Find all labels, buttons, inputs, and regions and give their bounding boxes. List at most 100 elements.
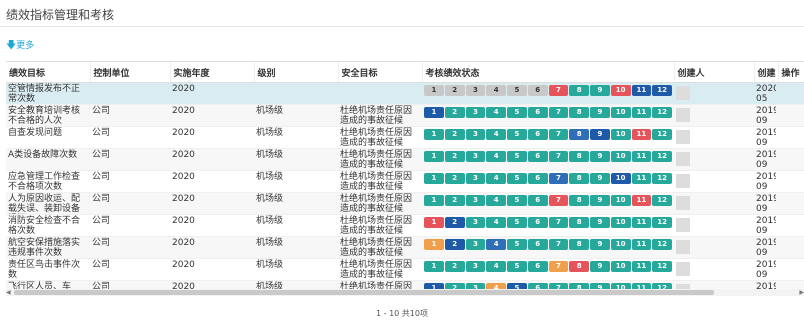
month-badge[interactable]: 4 (486, 129, 506, 140)
month-badge[interactable]: 4 (486, 195, 506, 206)
month-badge[interactable]: 12 (652, 85, 672, 96)
month-badge[interactable]: 9 (590, 129, 610, 140)
scroll-right-icon[interactable]: ▶ (799, 289, 804, 296)
month-badge[interactable]: 10 (610, 129, 631, 140)
col-safety-header[interactable]: 安全目标 (338, 62, 423, 83)
month-badge[interactable]: 11 (631, 239, 652, 250)
month-badge[interactable]: 2 (444, 261, 465, 272)
scrollbar-thumb[interactable] (14, 290, 714, 295)
month-badge[interactable]: 10 (610, 173, 631, 184)
month-badge[interactable]: 10 (610, 85, 631, 96)
month-badge[interactable]: 10 (610, 239, 631, 250)
month-badge[interactable]: 7 (548, 173, 569, 184)
month-badge[interactable]: 10 (610, 151, 631, 162)
month-badge[interactable]: 8 (569, 195, 589, 206)
month-badge[interactable]: 9 (590, 85, 610, 96)
month-badge[interactable]: 4 (486, 107, 506, 118)
col-created-header[interactable]: 创建 (754, 62, 779, 83)
month-badge[interactable]: 1 (424, 195, 444, 206)
month-badge[interactable]: 12 (652, 195, 672, 206)
month-badge[interactable]: 3 (465, 173, 486, 184)
table-row[interactable]: A类设备故障次数 公司 2020 机场级 杜绝机场责任原因造成的事故征候 1 2 3 4 5 6 7 8… (6, 148, 804, 171)
month-badge[interactable]: 5 (507, 173, 527, 184)
month-badge[interactable]: 8 (569, 151, 589, 162)
table-row[interactable]: 消防安全检查不合格次数 公司 2020 机场级 杜绝机场责任原因造成的事故征候 1 2 3 4 5… (6, 214, 804, 237)
month-badge[interactable]: 6 (527, 261, 548, 272)
table-row[interactable]: 责任区鸟击事件次数 公司 2020 机场级 杜绝机场责任原因造成的事故征候 1 2 3 4 5 6 7… (6, 258, 804, 281)
month-badge[interactable]: 11 (631, 195, 652, 206)
month-badge[interactable]: 8 (569, 217, 589, 228)
month-badge[interactable]: 10 (610, 195, 631, 206)
month-badge[interactable]: 9 (590, 239, 610, 250)
month-badge[interactable]: 5 (507, 129, 527, 140)
month-badge[interactable]: 3 (465, 195, 486, 206)
table-row[interactable]: 空管情报发布不正常次数20201234567891011122020 05 5 (6, 82, 804, 105)
month-badge[interactable]: 10 (610, 261, 631, 272)
month-badge[interactable]: 6 (527, 85, 548, 96)
scroll-left-icon[interactable]: ◀ (6, 289, 11, 296)
month-badge[interactable]: 1 (424, 151, 444, 162)
col-level-header[interactable]: 级别 (254, 62, 339, 83)
month-badge[interactable]: 3 (465, 261, 486, 272)
month-badge[interactable]: 9 (590, 173, 610, 184)
table-row[interactable]: 航空安保措施落实违规事件次数 公司 2020 机场级 杜绝机场责任原因造成的事故征候 1 2… (6, 236, 804, 259)
month-badge[interactable]: 2 (444, 195, 465, 206)
month-badge[interactable]: 1 (424, 239, 444, 250)
month-badge[interactable]: 7 (548, 217, 569, 228)
month-badge[interactable]: 12 (652, 173, 672, 184)
month-badge[interactable]: 8 (569, 173, 589, 184)
month-badge[interactable]: 9 (590, 107, 610, 118)
col-year-header[interactable]: 实施年度 (170, 62, 255, 83)
month-badge[interactable]: 5 (507, 85, 527, 96)
col-actions-header[interactable]: 操作 (778, 62, 804, 83)
month-badge[interactable]: 4 (486, 217, 506, 228)
month-badge[interactable]: 6 (527, 239, 548, 250)
month-badge[interactable]: 12 (652, 217, 672, 228)
col-creator-header[interactable]: 创建人 (674, 62, 755, 83)
month-badge[interactable]: 8 (569, 129, 589, 140)
month-badge[interactable]: 12 (652, 151, 672, 162)
month-badge[interactable]: 12 (652, 129, 672, 140)
month-badge[interactable]: 3 (465, 239, 486, 250)
col-unit-header[interactable]: 控制单位 (90, 62, 171, 83)
month-badge[interactable]: 6 (527, 129, 548, 140)
month-badge[interactable]: 6 (527, 107, 548, 118)
month-badge[interactable]: 11 (631, 261, 652, 272)
table-row[interactable]: 自查发现问题 公司 2020 机场级 杜绝机场责任原因造成的事故征候 1 2 3 4 5 6 7 8 9 1… (6, 126, 804, 149)
month-badge[interactable]: 10 (610, 107, 631, 118)
month-badge[interactable]: 3 (465, 85, 486, 96)
month-badge[interactable]: 1 (424, 129, 444, 140)
month-badge[interactable]: 6 (527, 173, 548, 184)
month-badge[interactable]: 11 (631, 217, 652, 228)
month-badge[interactable]: 12 (652, 239, 672, 250)
month-badge[interactable]: 2 (444, 173, 465, 184)
month-badge[interactable]: 4 (486, 261, 506, 272)
month-badge[interactable]: 11 (631, 173, 652, 184)
month-badge[interactable]: 6 (527, 151, 548, 162)
month-badge[interactable]: 8 (569, 85, 589, 96)
col-status-header[interactable]: 考核绩效状态 (422, 62, 675, 83)
month-badge[interactable]: 4 (486, 85, 506, 96)
month-badge[interactable]: 7 (548, 107, 569, 118)
month-badge[interactable]: 5 (507, 151, 527, 162)
month-badge[interactable]: 10 (610, 217, 631, 228)
month-badge[interactable]: 7 (548, 129, 569, 140)
month-badge[interactable]: 9 (590, 151, 610, 162)
month-badge[interactable]: 4 (486, 173, 506, 184)
month-badge[interactable]: 3 (465, 217, 486, 228)
month-badge[interactable]: 1 (424, 261, 444, 272)
table-row[interactable]: 人为原因收运、配载失误、装卸设备损坏 公司 2020 机场级 杜绝机场责任原因造成的事故… (6, 192, 804, 215)
month-badge[interactable]: 2 (444, 107, 465, 118)
month-badge[interactable]: 9 (590, 195, 610, 206)
month-badge[interactable]: 5 (507, 261, 527, 272)
month-badge[interactable]: 6 (527, 217, 548, 228)
horizontal-scrollbar[interactable]: ◀ ▶ (6, 289, 804, 296)
month-badge[interactable]: 1 (424, 217, 444, 228)
month-badge[interactable]: 3 (465, 107, 486, 118)
month-badge[interactable]: 8 (569, 239, 589, 250)
month-badge[interactable]: 1 (424, 173, 444, 184)
month-badge[interactable]: 12 (652, 261, 672, 272)
month-badge[interactable]: 8 (569, 107, 589, 118)
month-badge[interactable]: 3 (465, 151, 486, 162)
table-row[interactable]: 应急管理工作检查不合格项次数 公司 2020 机场级 杜绝机场责任原因造成的事故征候 1 2… (6, 170, 804, 193)
